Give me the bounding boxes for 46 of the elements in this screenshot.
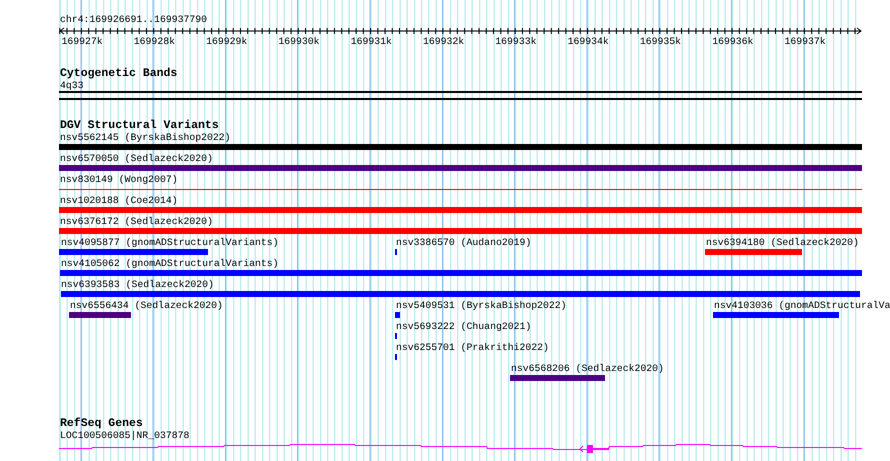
variant-bar[interactable] (61, 291, 860, 297)
variant-bar[interactable] (510, 375, 605, 381)
variant-bar[interactable] (59, 249, 208, 255)
track-title: DGV Structural Variants (59, 120, 219, 132)
variant-label[interactable]: nsv5693222 (Chuang2021) (396, 321, 532, 333)
ruler-tick-label: 169934k (568, 36, 609, 48)
variant-label[interactable]: nsv6393583 (Sedlazeck2020) (61, 279, 214, 291)
variant-label[interactable]: nsv6556434 (Sedlazeck2020) (70, 300, 223, 312)
variant-bar[interactable] (713, 312, 839, 318)
track-title: Cytogenetic Bands (59, 68, 178, 80)
variant-label[interactable]: nsv6570050 (Sedlazeck2020) (60, 153, 213, 165)
variant-bar[interactable] (69, 312, 131, 318)
variant-bar[interactable] (59, 165, 862, 171)
ruler-tick-label: 169928k (134, 36, 175, 48)
ruler-tick-label: 169935k (640, 36, 682, 48)
variant-bar[interactable] (59, 144, 862, 150)
variant-label[interactable]: nsv5562145 (ByrskaBishop2022) (60, 132, 230, 144)
variant-bar[interactable] (59, 207, 862, 213)
location-label: chr4:169926691..169937790 (59, 14, 207, 26)
ruler-tick-label: 169933k (495, 36, 536, 48)
variant-label[interactable]: nsv3386570 (Audano2019) (396, 237, 532, 249)
ruler-tick-label: 169932k (423, 36, 464, 48)
ruler-tick-label: 169927k (62, 36, 103, 48)
ruler-tick-label: 169937k (784, 36, 826, 48)
variant-label[interactable]: nsv830149 (Wong2007) (60, 174, 178, 186)
variant-label[interactable]: nsv6376172 (Sedlazeck2020) (60, 216, 213, 228)
variant-label[interactable]: nsv6568206 (Sedlazeck2020) (511, 363, 664, 375)
variant-label[interactable]: nsv4095877 (gnomADStructuralVariants) (61, 237, 279, 249)
track-title: RefSeq Genes (59, 418, 143, 430)
ruler-tick-label: 169930k (278, 36, 320, 48)
variant-bar[interactable] (395, 312, 400, 318)
ruler-tick-label: 169929k (206, 36, 248, 48)
gene-model-drawing[interactable] (59, 442, 862, 453)
variant-bar[interactable] (59, 228, 862, 234)
variant-label[interactable]: nsv4103036 (gnomADStructuralVa (714, 300, 890, 312)
variant-bar[interactable] (705, 249, 802, 255)
variant-label[interactable]: nsv6255701 (Prakrithi2022) (396, 342, 549, 354)
variant-bar[interactable] (60, 270, 862, 276)
gene-label[interactable]: LOC100506085|NR_037878 (59, 430, 190, 442)
variant-label[interactable]: nsv6394180 (Sedlazeck2020) (706, 237, 859, 249)
ruler-tick-label: 169931k (350, 36, 392, 48)
ruler-tick-label: 169936k (712, 36, 754, 48)
variant-label[interactable]: nsv1020188 (Coe2014) (60, 195, 178, 207)
band-label[interactable]: 4q33 (59, 80, 84, 92)
variant-label[interactable]: nsv4105062 (gnomADStructuralVariants) (61, 258, 279, 270)
variant-label[interactable]: nsv5409531 (ByrskaBishop2022) (396, 300, 566, 312)
